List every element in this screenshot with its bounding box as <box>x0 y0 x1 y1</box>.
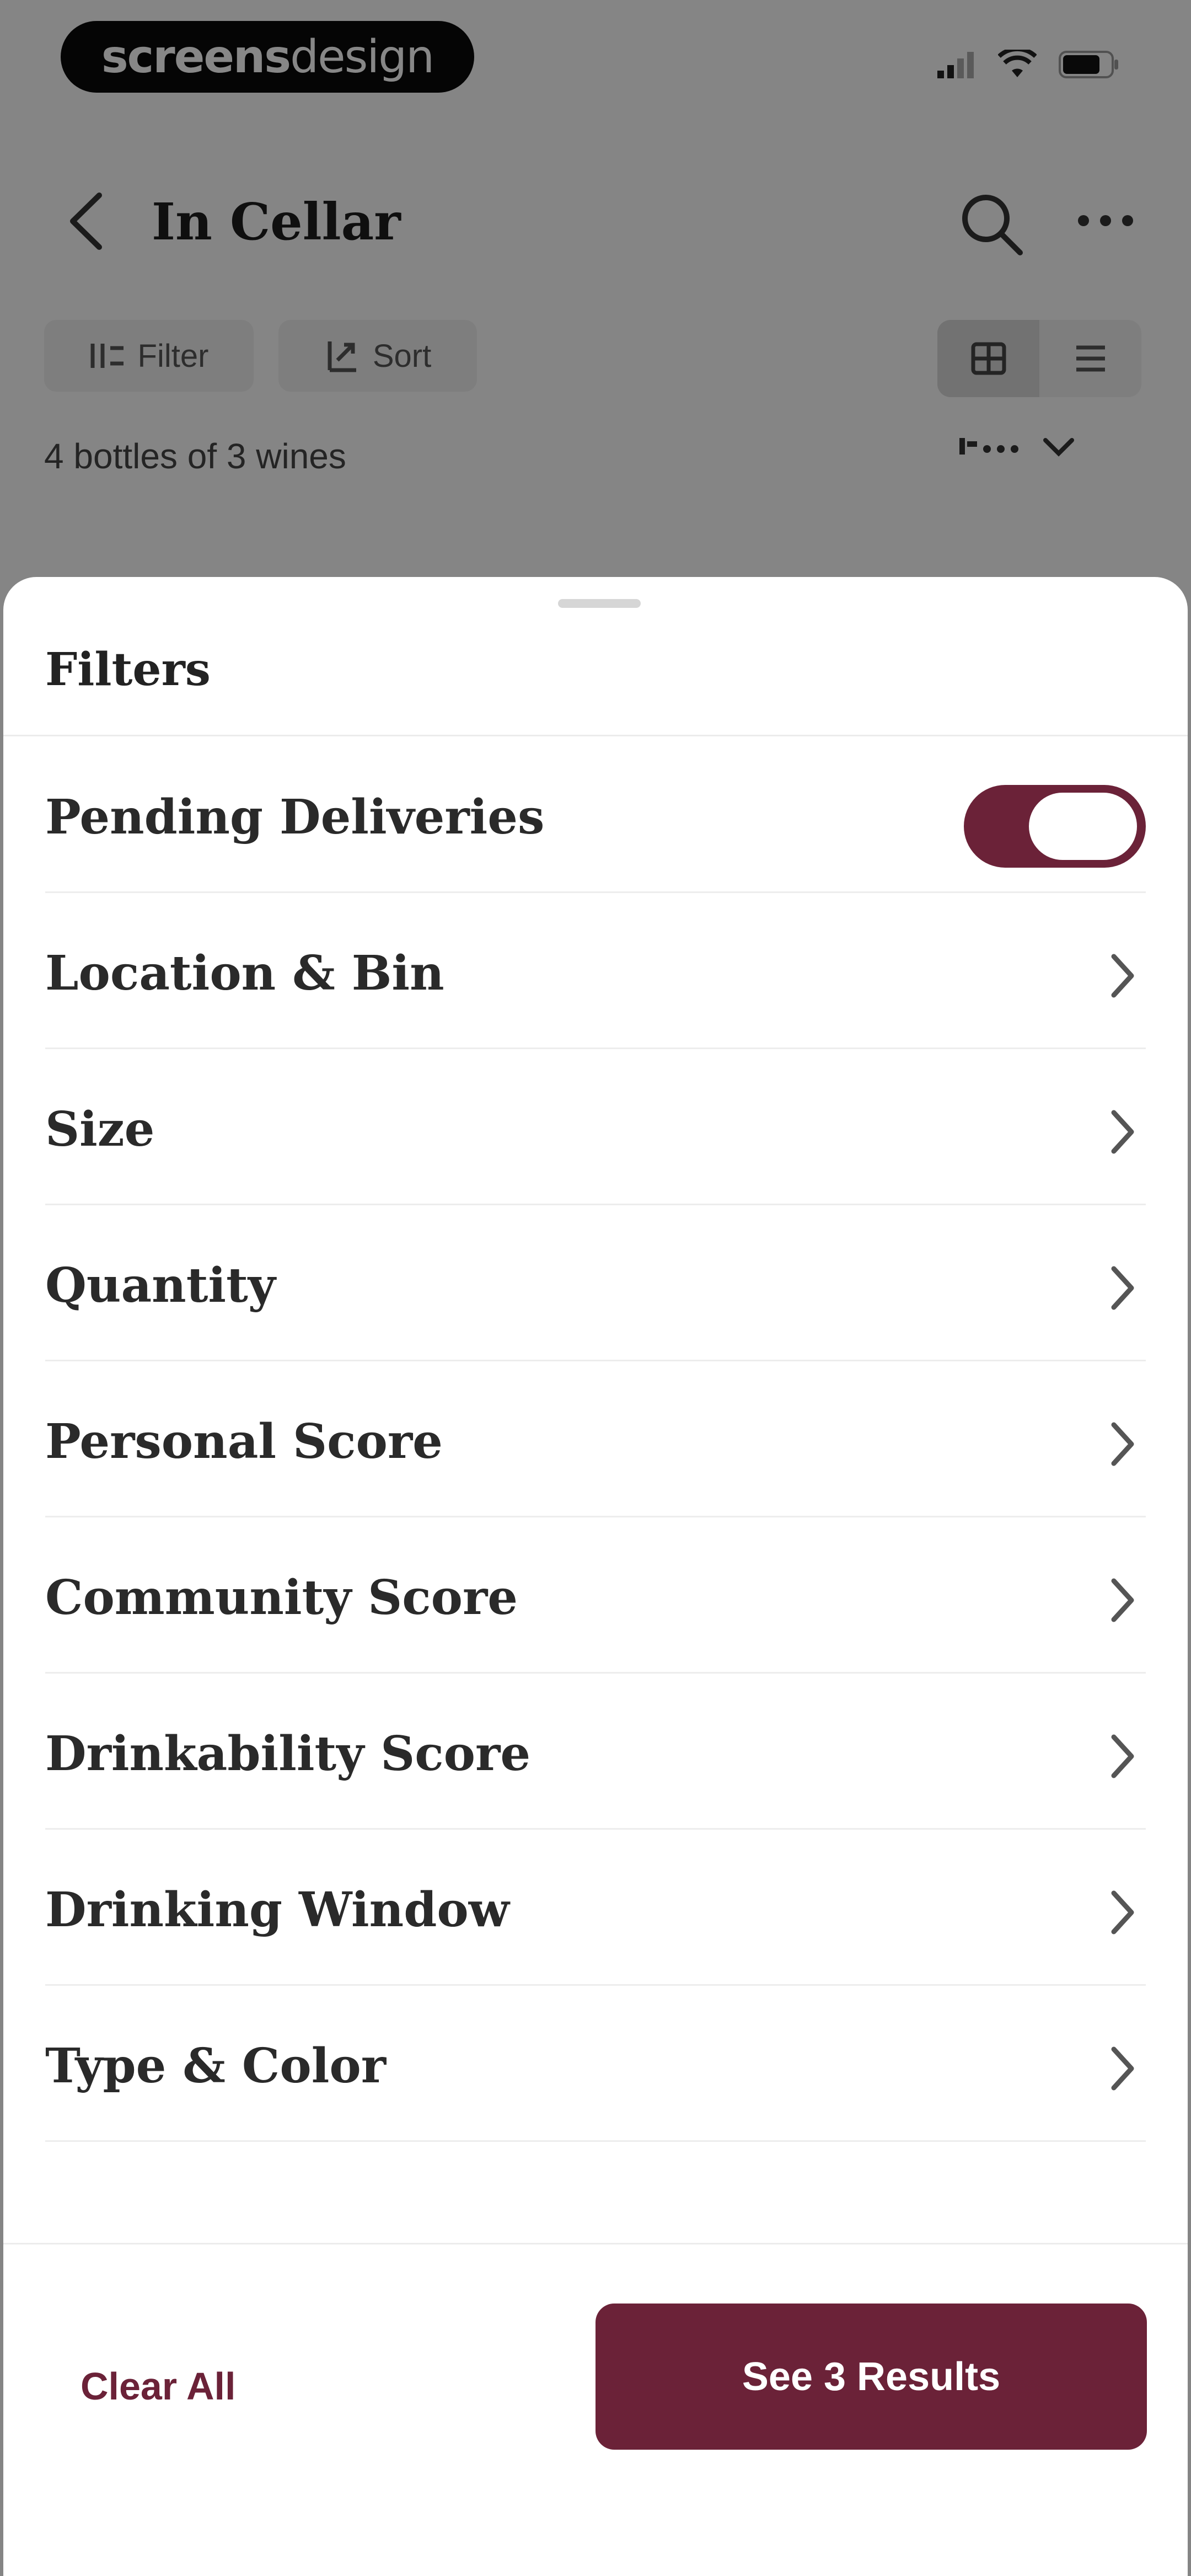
toggle-knob <box>1029 793 1137 860</box>
filter-row-size[interactable]: Size <box>3 1049 1188 1205</box>
chevron-right-icon <box>1111 1734 1134 1778</box>
sheet-title: Filters <box>45 643 211 696</box>
filter-row-label: Size <box>45 1102 155 1157</box>
filter-row-label: Quantity <box>45 1258 276 1313</box>
filter-row-label: Type & Color <box>45 2038 387 2094</box>
filter-row-personal-score[interactable]: Personal Score <box>3 1361 1188 1517</box>
row-divider <box>45 2140 1146 2142</box>
chevron-right-icon <box>1111 1890 1134 1934</box>
filter-row-drinkability-score[interactable]: Drinkability Score <box>3 1674 1188 1830</box>
sheet-grabber[interactable] <box>558 599 641 608</box>
filters-sheet: Filters Pending Deliveries Location & Bin… <box>3 577 1188 2576</box>
filter-row-label: Drinking Window <box>45 1882 509 1938</box>
filter-row-quantity[interactable]: Quantity <box>3 1205 1188 1361</box>
see-results-button[interactable]: See 3 Results <box>596 2304 1147 2450</box>
pending-deliveries-toggle[interactable] <box>964 785 1146 868</box>
chevron-right-icon <box>1111 1578 1134 1622</box>
filter-list: Pending Deliveries Location & Bin Size Quan… <box>3 737 1188 2270</box>
chevron-right-icon <box>1111 2046 1134 2091</box>
chevron-right-icon <box>1111 954 1134 998</box>
filter-row-community-score[interactable]: Community Score <box>3 1517 1188 1674</box>
filter-row-label: Pending Deliveries <box>45 789 545 845</box>
filter-row-type-and-color[interactable]: Type & Color <box>3 1986 1188 2142</box>
filter-row-location-and-bin[interactable]: Location & Bin <box>3 893 1188 1049</box>
filter-row-label: Location & Bin <box>45 945 444 1001</box>
footer-divider <box>3 2243 1188 2244</box>
sheet-footer: Clear All See 3 Results <box>3 2243 1188 2576</box>
filter-row-drinking-window[interactable]: Drinking Window <box>3 1830 1188 1986</box>
filter-row-label: Drinkability Score <box>45 1726 531 1782</box>
clear-all-button[interactable]: Clear All <box>81 2364 235 2408</box>
sheet-header-divider <box>3 735 1188 736</box>
filter-row-label: Personal Score <box>45 1414 443 1469</box>
chevron-right-icon <box>1111 1266 1134 1310</box>
filter-row-pending-deliveries[interactable]: Pending Deliveries <box>3 737 1188 893</box>
chevron-right-icon <box>1111 1422 1134 1466</box>
chevron-right-icon <box>1111 1110 1134 1154</box>
filter-row-label: Community Score <box>45 1570 518 1626</box>
